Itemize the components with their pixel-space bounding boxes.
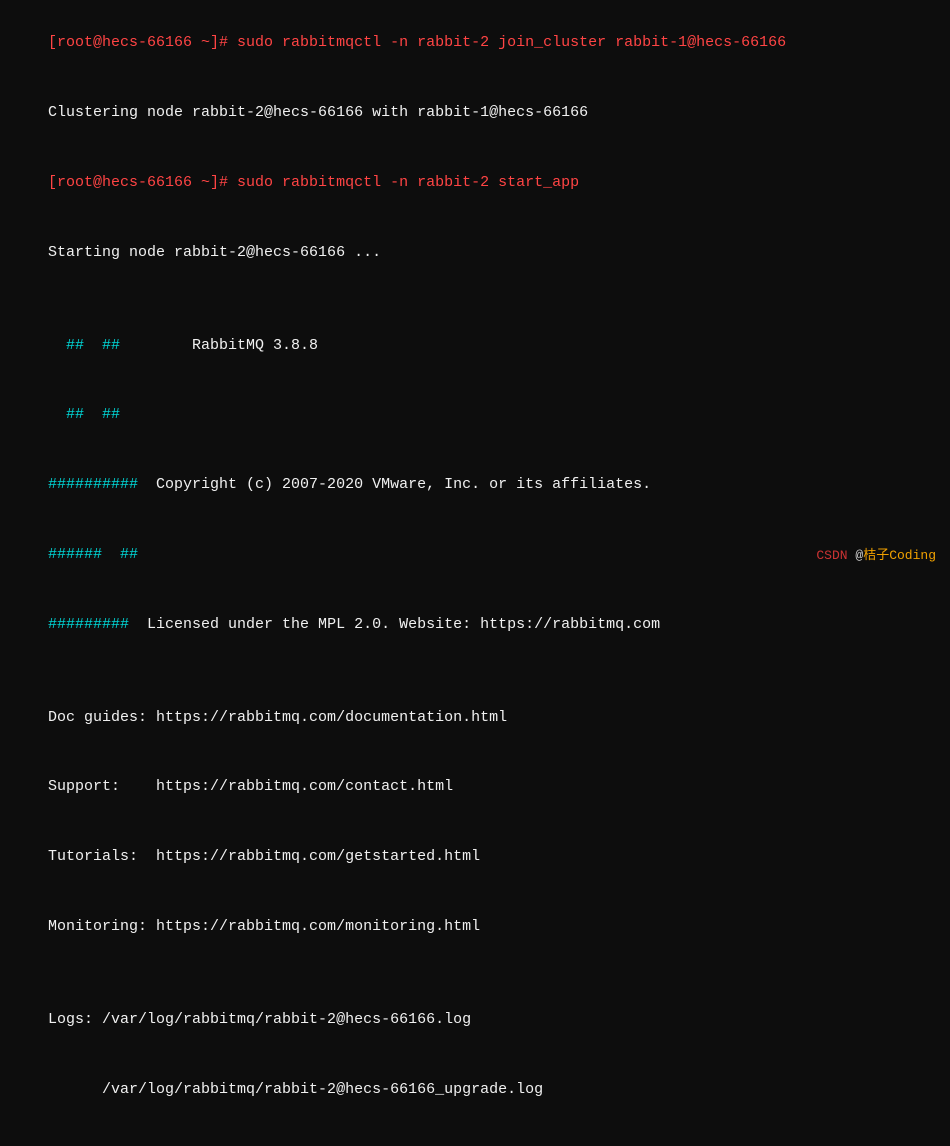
line-3: [root@hecs-66166 ~]# sudo rabbitmqctl -n… bbox=[12, 148, 938, 218]
doc-guides-line: Doc guides: https://rabbitmq.com/documen… bbox=[12, 682, 938, 752]
prompt-1: [root@hecs-66166 ~]# sudo rabbitmqctl -n… bbox=[48, 34, 786, 51]
logo-line-3: ########## Copyright (c) 2007-2020 VMwar… bbox=[12, 450, 938, 520]
support-line: Support: https://rabbitmq.com/contact.ht… bbox=[12, 752, 938, 822]
empty-4 bbox=[12, 1124, 938, 1146]
line-1: [root@hecs-66166 ~]# sudo rabbitmqctl -n… bbox=[12, 8, 938, 78]
line-4: Starting node rabbit-2@hecs-66166 ... bbox=[12, 217, 938, 287]
logo-line-5: ######### Licensed under the MPL 2.0. We… bbox=[12, 589, 938, 659]
watermark-separator: @ bbox=[848, 548, 864, 563]
logo-line-1: ## ## RabbitMQ 3.8.8 bbox=[12, 310, 938, 380]
tutorials-line: Tutorials: https://rabbitmq.com/getstart… bbox=[12, 822, 938, 892]
prompt-2: [root@hecs-66166 ~]# sudo rabbitmqctl -n… bbox=[48, 174, 579, 191]
empty-3 bbox=[12, 961, 938, 984]
watermark-csdn: CSDN bbox=[816, 548, 847, 563]
logo-line-4: ###### ## bbox=[12, 520, 938, 590]
logs-line-1: Logs: /var/log/rabbitmq/rabbit-2@hecs-66… bbox=[12, 985, 938, 1055]
terminal-window: [root@hecs-66166 ~]# sudo rabbitmqctl -n… bbox=[0, 0, 950, 573]
watermark-name: 桔子Coding bbox=[863, 548, 936, 563]
empty-2 bbox=[12, 659, 938, 682]
logo-line-2: ## ## bbox=[12, 380, 938, 450]
monitoring-line: Monitoring: https://rabbitmq.com/monitor… bbox=[12, 892, 938, 962]
line-2: Clustering node rabbit-2@hecs-66166 with… bbox=[12, 78, 938, 148]
watermark: CSDN @桔子Coding bbox=[816, 544, 936, 563]
empty-1 bbox=[12, 287, 938, 310]
logs-line-2: /var/log/rabbitmq/rabbit-2@hecs-66166_up… bbox=[12, 1054, 938, 1124]
